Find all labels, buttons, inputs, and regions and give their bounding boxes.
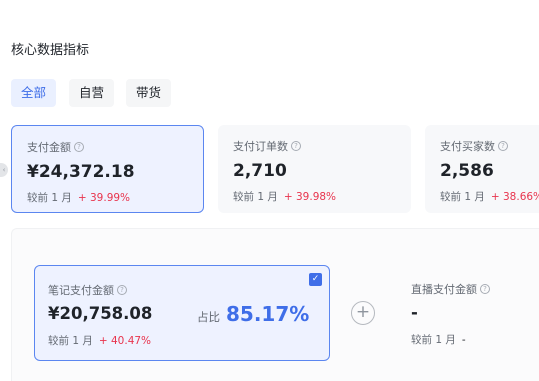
metric-label: 直播支付金额 ?	[411, 281, 490, 297]
live-payment-card[interactable]: 直播支付金额 ? - 较前 1 月-	[411, 265, 539, 361]
tab-self-operated[interactable]: 自营	[69, 79, 115, 107]
metric-label: 笔记支付金额 ?	[48, 282, 127, 298]
question-circle-icon[interactable]: ?	[480, 284, 490, 294]
tab-all[interactable]: 全部	[11, 79, 57, 107]
checkmark-icon[interactable]: ✓	[309, 273, 322, 286]
metric-card-buyer-count[interactable]: 支付买家数 ? 2,586 较前 1 月 + 38.66%	[425, 125, 539, 213]
compare-label: 较前 1 月	[27, 192, 72, 204]
metric-label: 支付金额 ?	[27, 139, 84, 155]
compare-label: 较前 1 月	[411, 334, 456, 346]
metric-card-order-count[interactable]: 支付订单数 ? 2,710 较前 1 月 + 39.98%	[218, 125, 411, 213]
ratio-value: 85.17%	[226, 302, 310, 326]
ratio-label: 占比	[197, 310, 220, 324]
notes-payment-card[interactable]: 笔记支付金额 ? ¥20,758.08 占比 85.17% 较前 1 月 + 40…	[34, 265, 330, 361]
metric-card-payment-amount[interactable]: 支付金额 ? ¥24,372.18 较前 1 月 + 39.99%	[11, 125, 204, 213]
scroll-left-icon[interactable]: ‹	[0, 163, 8, 177]
metric-compare: 较前 1 月 + 40.47%	[48, 333, 151, 348]
metric-label-text: 支付订单数	[233, 140, 288, 153]
core-metrics-page: 核心数据指标 全部 自营 带货 ‹ 支付金额 ? ¥24,372.18 较前 1…	[0, 0, 539, 381]
question-circle-icon[interactable]: ?	[498, 141, 508, 151]
metric-value: ¥24,372.18	[27, 162, 135, 182]
metric-value: 2,710	[233, 161, 287, 181]
metric-label: 支付买家数 ?	[440, 138, 508, 154]
metric-label-text: 支付金额	[27, 141, 71, 154]
metric-label-text: 笔记支付金额	[48, 284, 114, 297]
metric-label: 支付订单数 ?	[233, 138, 301, 154]
compare-label: 较前 1 月	[233, 191, 278, 203]
change-value: + 39.98%	[283, 191, 337, 203]
share-ratio: 占比 85.17%	[197, 302, 309, 326]
metric-label-text: 直播支付金额	[411, 283, 477, 296]
metric-value: ¥20,758.08	[48, 304, 153, 323]
compare-label: 较前 1 月	[440, 191, 485, 203]
plus-circle-icon: +	[351, 301, 375, 325]
metric-value: -	[411, 303, 418, 322]
metric-compare: 较前 1 月 + 39.98%	[233, 189, 336, 204]
metric-value: 2,586	[440, 161, 494, 181]
metric-label-text: 支付买家数	[440, 140, 495, 153]
question-circle-icon[interactable]: ?	[74, 142, 84, 152]
metric-compare: 较前 1 月 + 39.99%	[27, 190, 130, 205]
change-value: -	[461, 334, 466, 346]
metric-compare: 较前 1 月 + 38.66%	[440, 189, 539, 204]
change-value: + 40.47%	[98, 335, 152, 347]
compare-label: 较前 1 月	[48, 335, 93, 347]
question-circle-icon[interactable]: ?	[291, 141, 301, 151]
metric-compare: 较前 1 月-	[411, 332, 466, 347]
change-value: + 38.66%	[490, 191, 539, 203]
section-title: 核心数据指标	[11, 43, 90, 58]
question-circle-icon[interactable]: ?	[117, 285, 127, 295]
tab-affiliate[interactable]: 带货	[126, 79, 172, 107]
change-value: + 39.99%	[77, 192, 131, 204]
